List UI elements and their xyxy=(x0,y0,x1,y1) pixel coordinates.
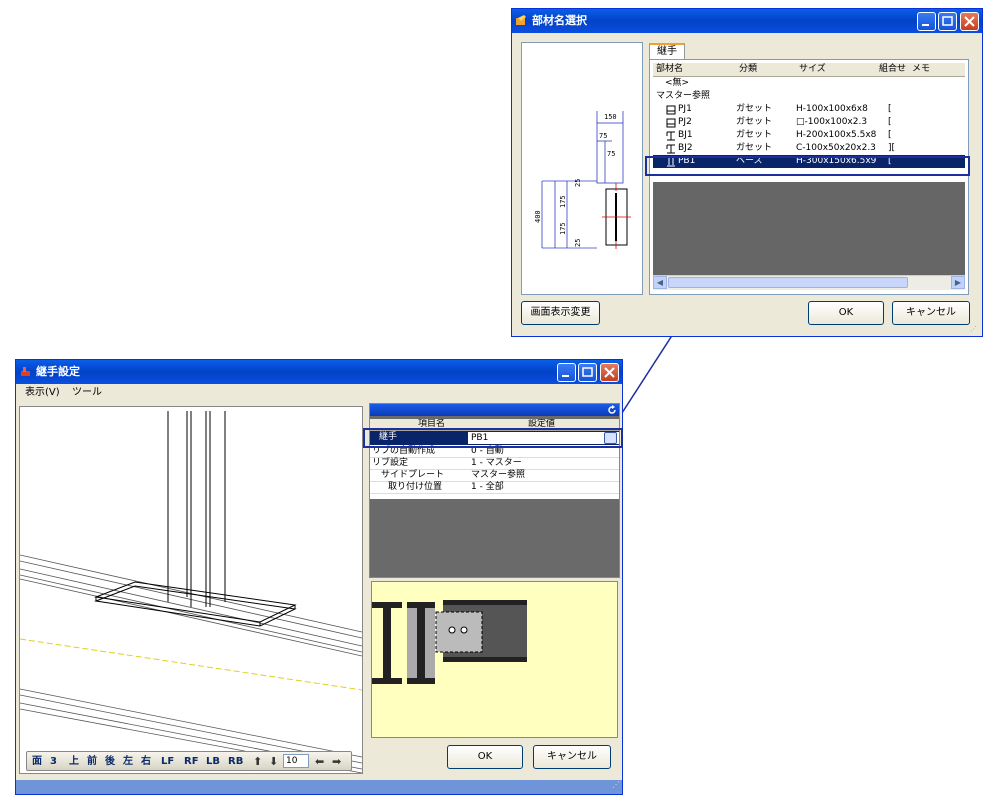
col-header[interactable]: メモ xyxy=(912,63,930,76)
status-bar: ⋰ xyxy=(16,780,622,794)
zoom-step-input[interactable]: 10 xyxy=(283,754,309,768)
minimize-button[interactable] xyxy=(917,12,936,31)
tab-joint-label: 継手 xyxy=(657,46,677,57)
arrow-right-icon[interactable]: ➡ xyxy=(332,755,341,768)
joint-dialog-title: 継手設定 xyxy=(36,365,80,378)
dim-label: 75 xyxy=(607,150,615,158)
view-top-button[interactable]: 上 xyxy=(69,755,79,769)
close-icon xyxy=(604,367,615,378)
dim-label: 175 xyxy=(559,195,567,208)
joint-detail-drawing xyxy=(372,600,527,684)
member-section-drawing: 150 75 75 400 175 175 25 25 xyxy=(534,111,631,249)
dim-label: 25 xyxy=(574,239,582,247)
list-item[interactable]: マスター参照 xyxy=(653,90,965,103)
col-header[interactable]: サイズ xyxy=(799,63,826,76)
dim-label: 175 xyxy=(559,222,567,235)
member-dialog-titlebar: 部材名選択 xyxy=(512,9,982,33)
beam-joint-icon xyxy=(666,144,675,154)
arrow-left-icon[interactable]: ⬅ xyxy=(315,755,324,768)
3d-view-canvas[interactable]: 面 3 上 前 後 左 右 LF RF LB RB ⬆ ⬇ 10 ⬅ ➡ xyxy=(19,406,363,774)
cancel-button[interactable]: キャンセル xyxy=(533,745,611,769)
menu-view[interactable]: 表示(V) xyxy=(25,384,60,402)
selection-highlight-box xyxy=(645,156,970,176)
arrow-down-icon[interactable]: ⬇ xyxy=(269,755,278,768)
member-list-header: 部材名 分類 サイズ 組合せ メモ xyxy=(653,63,965,77)
resize-grip[interactable]: ⋰ xyxy=(970,324,980,334)
joint-dialog-titlebar: 継手設定 xyxy=(16,360,622,384)
maximize-button[interactable] xyxy=(938,12,957,31)
view-3d-button[interactable]: 3 xyxy=(50,755,57,769)
view-lf-button[interactable]: LF xyxy=(161,755,174,769)
arrow-up-icon[interactable]: ⬆ xyxy=(253,755,262,768)
3d-model-drawing xyxy=(20,411,362,773)
close-icon xyxy=(964,16,975,27)
view-right-button[interactable]: 右 xyxy=(141,755,151,769)
close-button[interactable] xyxy=(960,12,979,31)
close-button[interactable] xyxy=(600,363,619,382)
horizontal-scrollbar[interactable]: ◀ ▶ xyxy=(653,275,965,290)
properties-caption-bar xyxy=(370,404,619,416)
member-select-dialog: 部材名選択 150 75 75 400 175 175 25 25 継手 部材名… xyxy=(511,8,983,337)
maximize-icon xyxy=(582,367,593,377)
menu-bar: 表示(V) ツール xyxy=(16,384,622,402)
view-front-button[interactable]: 前 xyxy=(87,755,97,769)
dim-label: 400 xyxy=(534,210,542,223)
list-item[interactable]: BJ2 ガセット C-100x50x20x2.3 ][ xyxy=(653,142,965,155)
dim-label: 25 xyxy=(574,179,582,187)
view-toolbar: 面 3 上 前 後 左 右 LF RF LB RB ⬆ ⬇ 10 ⬅ ➡ xyxy=(26,751,352,771)
scroll-right-button[interactable]: ▶ xyxy=(951,276,965,289)
list-item[interactable]: PJ1 ガセット H-100x100x6x8 [ xyxy=(653,103,965,116)
view-rb-button[interactable]: RB xyxy=(228,755,243,769)
app-icon xyxy=(516,15,526,25)
joint-preview-panel xyxy=(371,581,618,738)
menu-tools[interactable]: ツール xyxy=(72,384,102,402)
member-list-panel: 部材名 分類 サイズ 組合せ メモ <無> マスター参照 PJ1 ガセット H-… xyxy=(649,59,969,295)
view-rf-button[interactable]: RF xyxy=(184,755,199,769)
tab-joint[interactable]: 継手 xyxy=(649,43,685,59)
maximize-icon xyxy=(942,16,953,26)
member-dialog-title: 部材名選択 xyxy=(532,14,587,27)
col-header[interactable]: 部材名 xyxy=(656,63,683,76)
view-back-button[interactable]: 後 xyxy=(105,755,115,769)
scrollbar-thumb[interactable] xyxy=(668,277,908,288)
app-icon xyxy=(21,367,30,376)
cancel-button[interactable]: キャンセル xyxy=(892,301,970,325)
display-change-button[interactable]: 画面表示変更 xyxy=(521,301,600,325)
minimize-icon xyxy=(922,24,929,26)
ok-button[interactable]: OK xyxy=(808,301,884,325)
beam-joint-icon xyxy=(666,131,675,141)
col-header[interactable]: 分類 xyxy=(739,63,757,76)
joint-icon xyxy=(666,118,676,128)
list-item[interactable]: <無> xyxy=(653,77,965,90)
view-face-button[interactable]: 面 xyxy=(32,755,42,769)
dim-label: 150 xyxy=(604,113,617,121)
maximize-button[interactable] xyxy=(578,363,597,382)
view-left-button[interactable]: 左 xyxy=(123,755,133,769)
joint-settings-dialog: 継手設定 表示(V) ツール 面 3 上 前 後 左 右 LF RF LB RB… xyxy=(15,359,623,795)
dim-label: 75 xyxy=(599,132,607,140)
scroll-left-button[interactable]: ◀ xyxy=(653,276,667,289)
property-row[interactable]: 取り付け位置 1 - 全部 xyxy=(370,481,619,494)
list-item[interactable]: BJ1 ガセット H-200x100x5.5x8 [ xyxy=(653,129,965,142)
resize-grip[interactable]: ⋰ xyxy=(612,780,620,789)
minimize-icon xyxy=(562,375,569,377)
col-header[interactable]: 組合せ xyxy=(879,63,909,76)
view-lb-button[interactable]: LB xyxy=(206,755,220,769)
minimize-button[interactable] xyxy=(557,363,576,382)
list-item[interactable]: PJ2 ガセット □-100x100x2.3 [ xyxy=(653,116,965,129)
member-preview-panel: 150 75 75 400 175 175 25 25 xyxy=(521,42,643,295)
refresh-icon[interactable] xyxy=(607,405,617,415)
ok-button[interactable]: OK xyxy=(447,745,523,769)
property-highlight-box xyxy=(363,428,623,448)
joint-icon xyxy=(666,105,676,115)
member-list: <無> マスター参照 PJ1 ガセット H-100x100x6x8 [ PJ2 … xyxy=(653,77,965,290)
